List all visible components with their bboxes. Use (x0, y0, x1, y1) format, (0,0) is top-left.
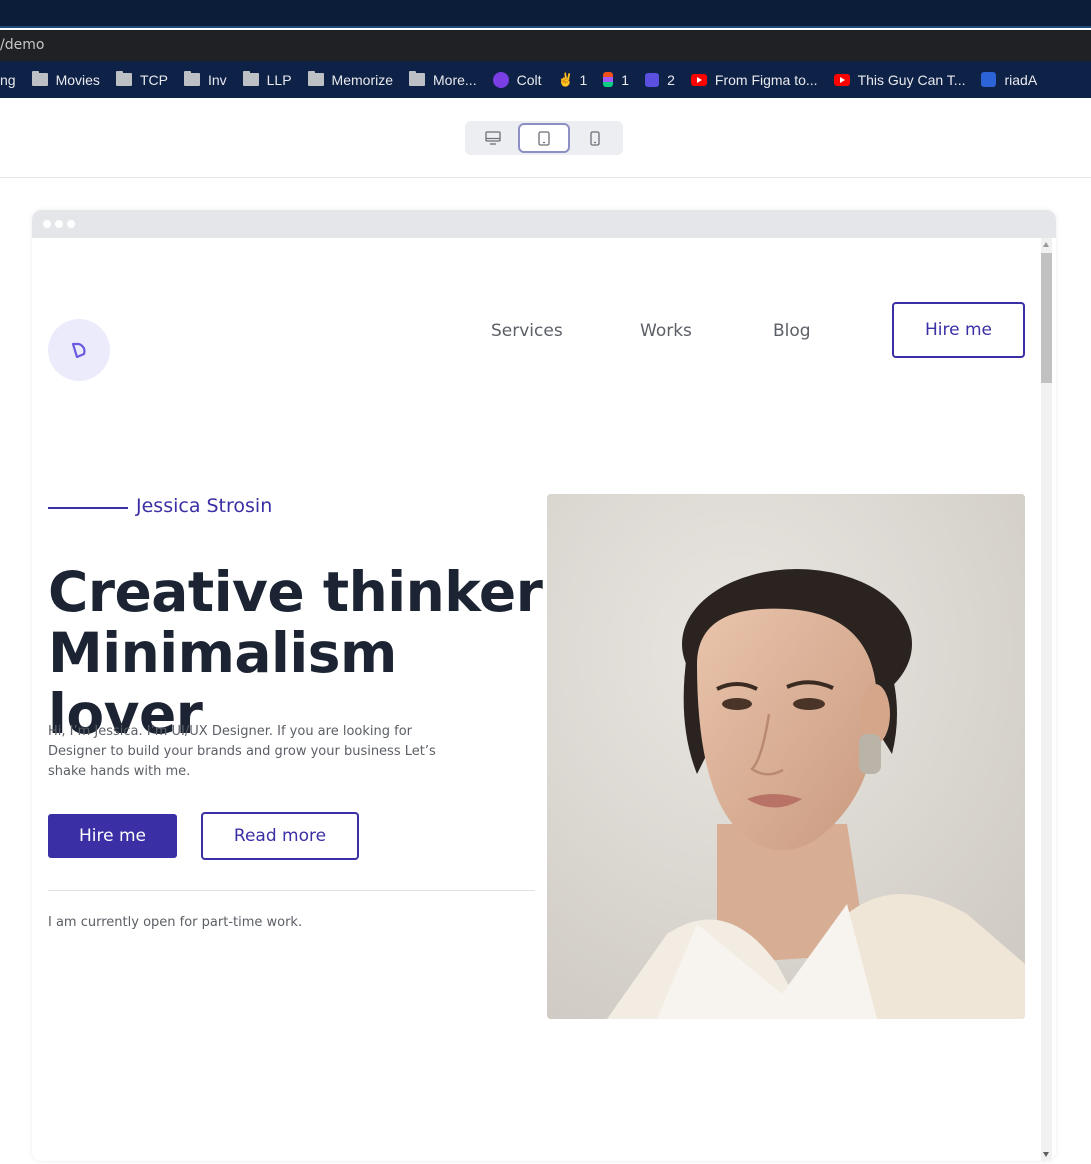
bookmarks-bar: ng Movies TCP Inv LLP Memorize More... C… (0, 61, 1091, 98)
folder-icon (183, 71, 200, 86)
nav-works-link[interactable]: Works (640, 321, 692, 341)
bookmark-this-guy[interactable]: This Guy Can T... (833, 72, 965, 88)
hero-name: Jessica Strosin (136, 495, 273, 517)
site-logo[interactable] (48, 319, 110, 381)
device-toolbar (0, 98, 1091, 178)
desktop-icon (485, 131, 501, 145)
folder-icon (409, 71, 426, 86)
nav-services-link[interactable]: Services (491, 321, 563, 341)
availability-status: I am currently open for part-time work. (48, 915, 303, 930)
tablet-icon (538, 130, 550, 146)
preview-frame: Services Works Blog Hire me Jessica Stro… (32, 210, 1056, 1161)
folder-icon (307, 71, 324, 86)
bookmark-figma[interactable]: 1 (603, 72, 629, 88)
bookmark-ng[interactable]: ng (0, 72, 16, 88)
nav-hire-button[interactable]: Hire me (892, 302, 1025, 358)
name-accent-line (48, 507, 128, 509)
tablet-view-button[interactable] (518, 123, 570, 153)
bookmark-tcp[interactable]: TCP (115, 71, 168, 88)
window-dot (67, 220, 75, 228)
hire-me-button[interactable]: Hire me (48, 814, 177, 858)
portrait-photo (547, 494, 1025, 1019)
scrollbar-thumb[interactable] (1041, 253, 1052, 383)
mobile-view-button[interactable] (570, 123, 621, 153)
device-switcher (465, 121, 623, 155)
square-app-icon (645, 72, 660, 87)
browser-titlebar (0, 0, 1091, 28)
mobile-icon (590, 130, 600, 146)
bookmark-llp[interactable]: LLP (242, 71, 292, 88)
figma-icon (603, 72, 614, 87)
bookmark-riada[interactable]: riadA (981, 72, 1037, 88)
youtube-icon (833, 73, 850, 86)
folder-icon (31, 71, 48, 86)
bookmark-from-figma[interactable]: From Figma to... (690, 72, 818, 88)
portfolio-page: Services Works Blog Hire me Jessica Stro… (32, 238, 1041, 1161)
desktop-view-button[interactable] (467, 123, 518, 153)
bookmark-inv[interactable]: Inv (183, 71, 227, 88)
bookmark-square-app[interactable]: 2 (645, 72, 675, 88)
peace-hand-icon: ✌ (557, 71, 574, 87)
frame-titlebar (32, 210, 1056, 238)
window-dot (43, 220, 51, 228)
colt-icon (492, 71, 509, 88)
bookmark-more[interactable]: More... (409, 71, 477, 88)
bookmark-colt[interactable]: Colt (492, 71, 542, 88)
hero-intro: Hi, I’m Jessica. I’m UI/UX Designer. If … (48, 724, 436, 779)
scroll-up-icon[interactable] (1043, 242, 1049, 247)
bookmark-peace[interactable]: ✌ 1 (558, 72, 588, 88)
read-more-button[interactable]: Read more (201, 812, 359, 860)
preview-scrollbar[interactable] (1041, 238, 1052, 1161)
hero-headline: Creative thinker Minimalism lover (48, 562, 543, 745)
address-url[interactable]: /demo (0, 37, 44, 53)
window-dot (55, 220, 63, 228)
headline-line-1: Creative thinker (48, 560, 543, 624)
nav-blog-link[interactable]: Blog (773, 321, 811, 341)
hero-divider (48, 890, 535, 891)
portrait-illustration (547, 494, 1025, 1019)
folder-icon (115, 71, 132, 86)
youtube-icon (690, 73, 707, 86)
folder-icon (242, 71, 259, 86)
bank-icon (981, 72, 997, 87)
address-bar[interactable]: /demo (0, 30, 1091, 61)
logo-d-icon (71, 342, 86, 359)
scroll-down-icon[interactable] (1043, 1152, 1049, 1157)
bookmark-movies[interactable]: Movies (31, 71, 100, 88)
bookmark-memorize[interactable]: Memorize (307, 71, 393, 88)
